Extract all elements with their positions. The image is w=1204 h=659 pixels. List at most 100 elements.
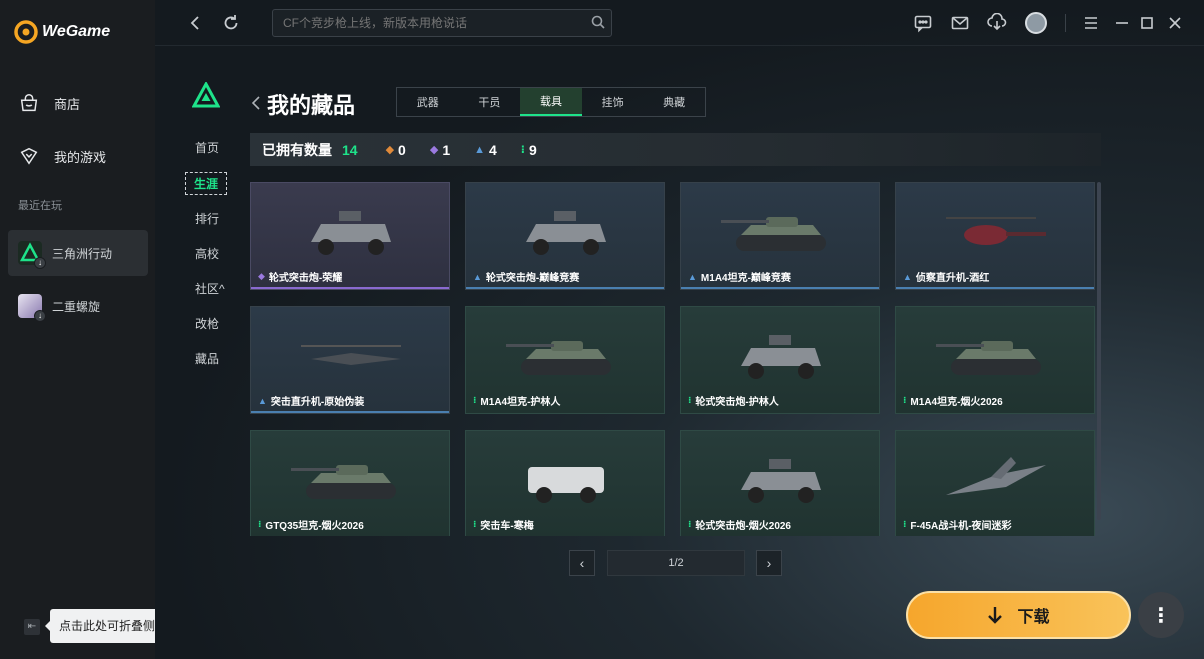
vehicle-name: M1A4坦克-烟火2026 — [910, 397, 1003, 408]
tab-vehicles[interactable]: 载具 — [520, 88, 582, 116]
tab-classics[interactable]: 典藏 — [643, 88, 705, 116]
recent-game-label: 二重螺旋 — [52, 299, 101, 314]
inner-nav-collection[interactable]: 藏品 — [195, 350, 219, 367]
owned-count-total: 14 — [342, 141, 358, 158]
tab-charms[interactable]: 挂饰 — [582, 88, 644, 116]
vehicle-card[interactable]: ⁝ 突击车-寒梅 — [465, 430, 665, 536]
maximize-icon[interactable] — [1137, 13, 1157, 33]
vehicle-caption: ▲ M1A4坦克-巅峰竞赛 — [688, 269, 791, 285]
download-button[interactable]: 下载 — [906, 591, 1131, 639]
vehicle-card[interactable]: ▲ 侦察直升机-酒红 — [895, 182, 1095, 290]
page-title: 我的藏品 — [267, 93, 356, 118]
mail-icon[interactable] — [950, 13, 970, 33]
topbar — [155, 0, 1204, 46]
inner-nav-home[interactable]: 首页 — [195, 139, 219, 156]
vehicle-card[interactable]: ⁝ GTQ35坦克-烟火2026 — [250, 430, 450, 536]
download-manager-icon[interactable] — [987, 13, 1007, 33]
tab-operators[interactable]: 干员 — [459, 88, 521, 116]
wegame-logo-icon — [14, 20, 38, 44]
minimize-icon[interactable] — [1112, 13, 1132, 33]
vehicle-caption: ⁝ M1A4坦克-烟火2026 — [903, 393, 1003, 408]
vehicle-card[interactable]: ▲ 突击直升机-原始伪装 — [250, 306, 450, 414]
sidebar-item-label: 我的游戏 — [54, 149, 107, 165]
vehicle-name: F-45A战斗机-夜间迷彩 — [910, 521, 1012, 532]
rarity-icon: ⁝ — [688, 519, 692, 529]
rarity-icon: ▲ — [258, 395, 267, 406]
collection-tabs: 武器 干员 载具 挂饰 典藏 — [396, 87, 706, 117]
duet-night-abyss-game-icon: ↓ — [18, 294, 46, 322]
rarity-bar — [896, 287, 1094, 289]
refresh-icon[interactable] — [221, 13, 241, 33]
recent-games-label: 最近在玩 — [18, 200, 62, 212]
recent-game-label: 三角洲行动 — [52, 246, 113, 261]
armored-car-icon — [526, 211, 606, 255]
wegame-logo[interactable]: WeGame — [14, 20, 110, 44]
vehicle-caption: ⁝ GTQ35坦克-烟火2026 — [258, 517, 364, 532]
tank-icon — [936, 341, 1041, 375]
search-input[interactable] — [272, 9, 612, 37]
armored-car-icon — [741, 459, 821, 503]
avatar[interactable] — [1025, 12, 1047, 34]
recent-game-delta-force[interactable]: ↓ 三角洲行动 — [8, 230, 148, 276]
sidebar-item-my-games[interactable]: 我的游戏 — [18, 145, 106, 167]
helicopter-icon — [946, 217, 1046, 245]
fighter-jet-icon — [946, 457, 1046, 495]
vehicle-name: 轮式突击炮-护林人 — [695, 397, 779, 408]
inner-nav-career[interactable]: 生涯 — [185, 172, 228, 195]
tank-icon — [506, 341, 611, 375]
inner-nav-ranking[interactable]: 排行 — [195, 210, 219, 227]
stat-value: 0 — [398, 141, 406, 158]
shop-bag-icon — [20, 94, 38, 112]
page-back-icon[interactable] — [251, 95, 261, 111]
vehicle-card[interactable]: ⁝ M1A4坦克-护林人 — [465, 306, 665, 414]
inner-nav-campus[interactable]: 高校 — [195, 245, 219, 262]
stat-tier-green: ⁝ 9 — [521, 142, 537, 158]
search-icon[interactable] — [590, 14, 606, 30]
recent-game-duet-night-abyss[interactable]: ↓ 二重螺旋 — [8, 283, 148, 329]
rarity-bar — [251, 535, 449, 536]
vehicle-name: 轮式突击炮-巅峰竞赛 — [485, 273, 580, 284]
vehicle-card[interactable]: ⁝ 轮式突击炮-烟火2026 — [680, 430, 880, 536]
download-badge-icon: ↓ — [34, 310, 46, 322]
chat-icon[interactable] — [913, 13, 933, 33]
vehicle-card[interactable]: ▲ 轮式突击炮-巅峰竞赛 — [465, 182, 665, 290]
vehicle-caption: ⁝ F-45A战斗机-夜间迷彩 — [903, 517, 1012, 532]
inner-nav-gunsmith[interactable]: 改枪 — [195, 315, 219, 332]
sidebar: WeGame 商店 我的游戏 最近在玩 ↓ 三角洲行动 ↓ 二重螺旋 ⇤ 点击此… — [0, 0, 188, 659]
rarity-icon: ▲ — [473, 271, 482, 282]
blue-triangle-icon: ▲ — [474, 143, 485, 156]
back-icon[interactable] — [185, 13, 205, 33]
collapse-sidebar-icon[interactable]: ⇤ — [24, 619, 40, 635]
vehicle-card[interactable]: ◆ 轮式突击炮-荣耀 — [250, 182, 450, 290]
rarity-icon: ⁝ — [473, 519, 477, 529]
vehicle-caption: ◆ 轮式突击炮-荣耀 — [258, 269, 342, 284]
delta-force-logo-icon[interactable] — [192, 82, 220, 108]
tank-icon — [721, 217, 826, 251]
rarity-icon: ◆ — [258, 271, 265, 281]
close-icon[interactable] — [1165, 13, 1185, 33]
grid-scrollbar[interactable] — [1097, 182, 1101, 520]
armored-truck-icon — [528, 467, 604, 503]
vehicle-grid: ◆ 轮式突击炮-荣耀 ▲ 轮式突击炮-巅峰竞赛 ▲ M1A4坦克-巅峰竞赛 ▲ 侦察直升机-酒… — [250, 182, 1096, 536]
prev-page-button[interactable]: ‹ — [569, 550, 595, 576]
vehicle-card[interactable]: ⁝ F-45A战斗机-夜间迷彩 — [895, 430, 1095, 536]
vehicle-card[interactable]: ▲ M1A4坦克-巅峰竞赛 — [680, 182, 880, 290]
next-page-button[interactable]: › — [756, 550, 782, 576]
sidebar-item-shop[interactable]: 商店 — [18, 92, 80, 114]
tab-weapons[interactable]: 武器 — [397, 88, 459, 116]
stat-tier-purple: ◆ 1 — [430, 142, 450, 158]
vehicle-card[interactable]: ⁝ 轮式突击炮-护林人 — [680, 306, 880, 414]
menu-icon[interactable] — [1081, 13, 1101, 33]
rarity-bar — [251, 411, 449, 413]
vehicle-caption: ⁝ M1A4坦克-护林人 — [473, 393, 560, 408]
vehicle-caption: ⁝ 轮式突击炮-烟火2026 — [688, 517, 791, 532]
vehicle-caption: ▲ 突击直升机-原始伪装 — [258, 393, 364, 409]
vehicle-name: GTQ35坦克-烟火2026 — [265, 521, 364, 532]
rarity-icon: ⁝ — [903, 519, 907, 529]
inner-nav-community[interactable]: 社区^ — [195, 280, 225, 297]
main-content: 首页 生涯 排行 高校 社区^ 改枪 藏品 我的藏品 武器 干员 载具 挂饰 典… — [155, 0, 1204, 659]
vehicle-card[interactable]: ⁝ M1A4坦克-烟火2026 — [895, 306, 1095, 414]
rarity-bar — [896, 411, 1094, 413]
rarity-icon: ▲ — [688, 271, 697, 282]
more-options-button[interactable]: ⋮ — [1138, 592, 1184, 638]
